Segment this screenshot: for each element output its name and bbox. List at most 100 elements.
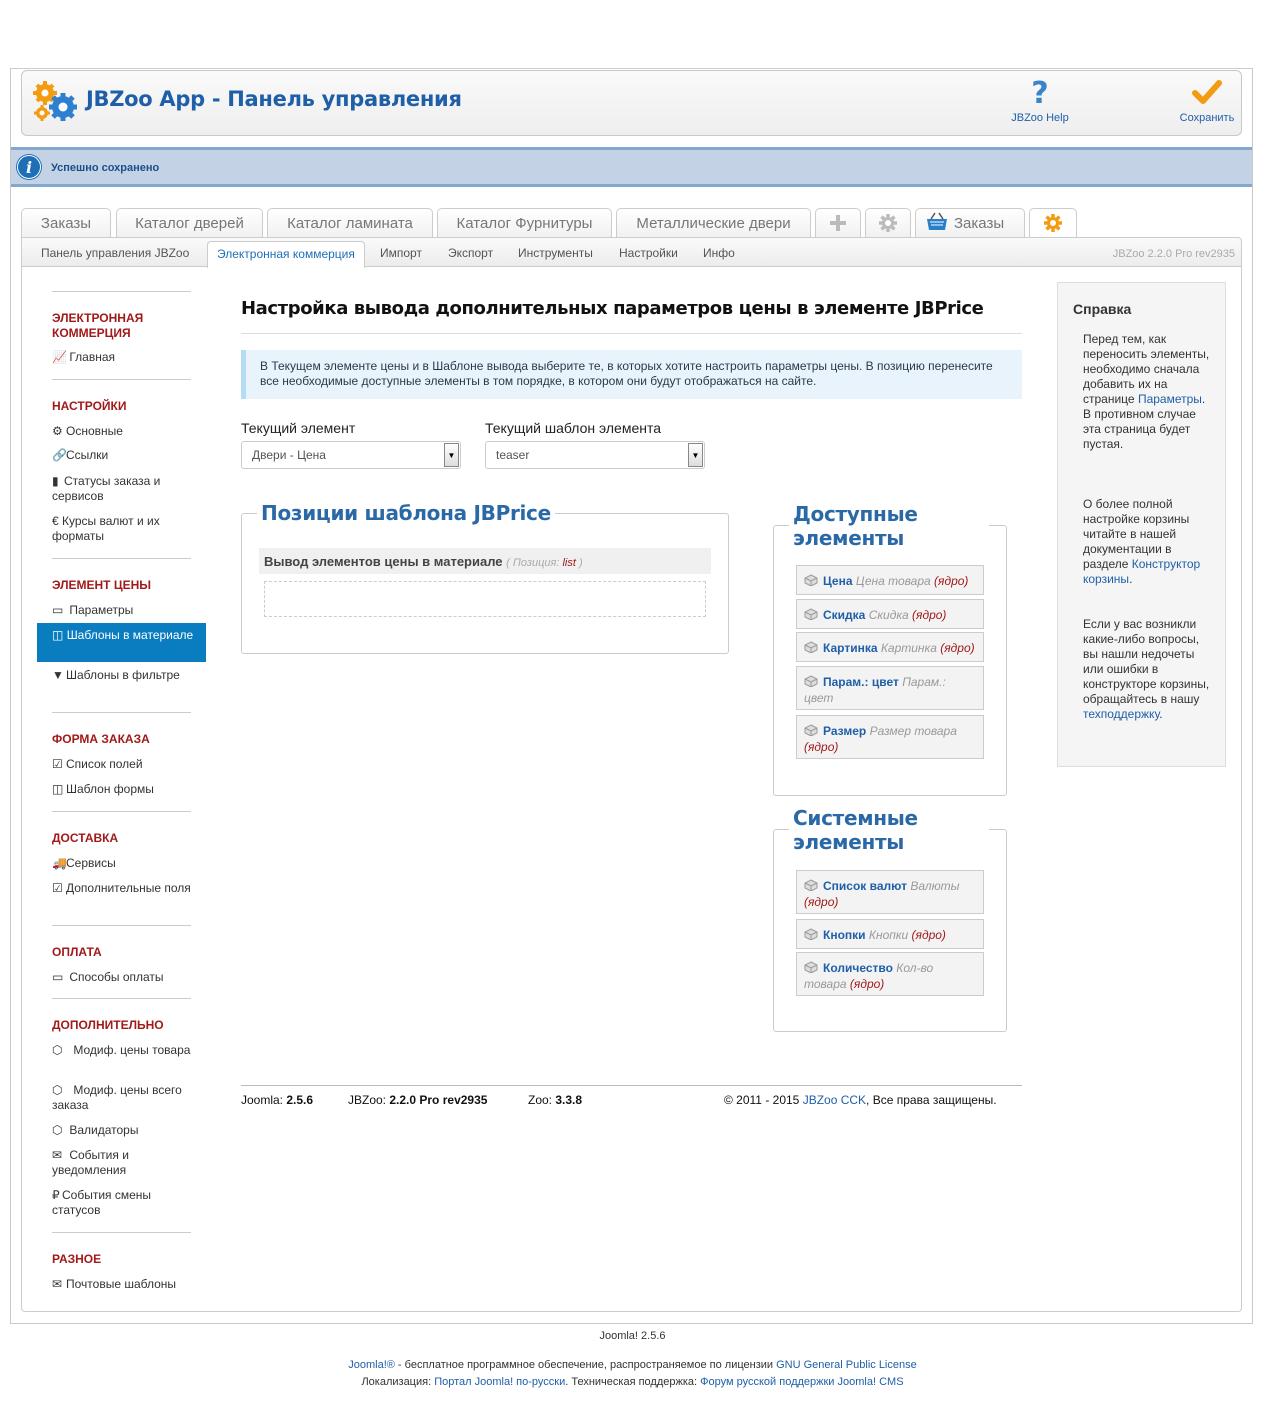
sidebar-divider bbox=[52, 558, 191, 559]
sidebar-item-filter-templates[interactable]: ▼ Шаблоны в фильтре bbox=[52, 668, 192, 683]
envelope-icon: ✉ bbox=[52, 1277, 63, 1291]
svg-text:?: ? bbox=[1031, 77, 1048, 107]
help-paragraph-3: Если у вас возникли какие-либо вопросы, … bbox=[1083, 617, 1210, 721]
subnav-info[interactable]: Инфо bbox=[703, 238, 735, 266]
position-dropzone[interactable] bbox=[264, 581, 706, 617]
help-link-parameters[interactable]: Параметры bbox=[1138, 392, 1202, 406]
chevron-down-icon: ▼ bbox=[688, 443, 703, 467]
footer-joomla-version: Joomla: 2.5.6 bbox=[241, 1093, 314, 1107]
current-template-select[interactable]: teaser ▼ bbox=[485, 441, 705, 469]
tab-doors-catalog[interactable]: Каталог дверей bbox=[116, 208, 263, 237]
sidebar-divider bbox=[52, 811, 191, 812]
sidebar-item-currency-rates[interactable]: € Курсы валют и их форматы bbox=[52, 514, 192, 544]
element-currency-list[interactable]: Список валют Валюты (ядро) bbox=[796, 870, 984, 914]
system-title: Системные элементы bbox=[789, 806, 989, 854]
sidebar-item-extra-fields[interactable]: ☑ Дополнительные поля bbox=[52, 881, 192, 896]
sidebar-item-home[interactable]: 📈 Главная bbox=[52, 350, 192, 365]
tab-laminate-catalog[interactable]: Каталог ламината bbox=[267, 208, 433, 237]
subnav-export[interactable]: Экспорт bbox=[448, 238, 493, 266]
footer-divider bbox=[241, 1085, 1022, 1086]
current-element-label: Текущий элемент bbox=[241, 420, 356, 436]
cube-icon bbox=[804, 641, 818, 653]
cubes-icon: ⬡ bbox=[52, 1083, 63, 1097]
sidebar-item-order-statuses[interactable]: ▮ Статусы заказа и сервисов bbox=[52, 474, 192, 504]
element-discount[interactable]: Скидка Скидка (ядро) bbox=[796, 599, 984, 629]
element-image[interactable]: Картинка Картинка (ядро) bbox=[796, 632, 984, 662]
subnav-ecommerce[interactable]: Электронная коммерция bbox=[207, 241, 365, 268]
subnav-jbzoo-panel[interactable]: Панель управления JBZoo bbox=[41, 238, 189, 266]
sidebar-section-order-form: ФОРМА ЗАКАЗА bbox=[52, 732, 150, 746]
sidebar-item-mail-templates[interactable]: ✉ Почтовые шаблоны bbox=[52, 1277, 192, 1292]
system-message: i Успешно сохранено bbox=[11, 147, 1252, 187]
sidebar-item-parameters[interactable]: ▭ Параметры bbox=[52, 603, 192, 618]
sidebar-item-label: Способы оплаты bbox=[69, 970, 164, 984]
sidebar-item-label: Основные bbox=[66, 424, 123, 438]
gpl-link[interactable]: GNU General Public License bbox=[776, 1359, 917, 1371]
columns-icon: ◫ bbox=[52, 628, 64, 642]
sidebar-divider bbox=[52, 998, 191, 999]
element-param-color[interactable]: Парам.: цвет Парам.: цвет bbox=[796, 666, 984, 710]
element-buttons[interactable]: Кнопки Кнопки (ядро) bbox=[796, 919, 984, 949]
tab-orders[interactable]: Заказы bbox=[21, 208, 111, 237]
cube-icon bbox=[804, 928, 818, 940]
help-link-support[interactable]: техподдержку bbox=[1083, 707, 1159, 721]
sidebar-item-label: Шаблон формы bbox=[66, 782, 154, 796]
help-paragraph-1: Перед тем, как переносить элементы, необ… bbox=[1083, 332, 1210, 451]
tab-fittings-catalog[interactable]: Каталог Фурнитуры bbox=[437, 208, 612, 237]
sidebar-item-payment-methods[interactable]: ▭ Способы оплаты bbox=[52, 970, 192, 985]
element-size[interactable]: Размер Размер товара (ядро) bbox=[796, 715, 984, 759]
jbzoo-gear-icon bbox=[1044, 214, 1062, 232]
sidebar-item-services[interactable]: 🚚Сервисы bbox=[52, 856, 192, 871]
sidebar-item-label: Шаблоны в фильтре bbox=[66, 668, 180, 682]
sidebar-item-links[interactable]: 🔗Ссылки bbox=[52, 448, 192, 463]
help-button[interactable]: ? JBZoo Help bbox=[1010, 76, 1070, 124]
footer-jbzoo-link[interactable]: JBZoo CCK bbox=[803, 1093, 866, 1107]
sidebar-item-form-template[interactable]: ◫ Шаблон формы bbox=[52, 782, 192, 797]
tab-orders-basket-label: Заказы bbox=[954, 215, 1005, 232]
joomla-link[interactable]: Joomla!® bbox=[348, 1359, 395, 1371]
title-divider bbox=[241, 333, 1022, 334]
element-quantity[interactable]: Количество Кол-во товара (ядро) bbox=[796, 952, 984, 996]
sidebar-divider bbox=[52, 712, 191, 713]
current-element-select[interactable]: Двери - Цена ▼ bbox=[241, 441, 461, 469]
sidebar-item-item-templates[interactable]: ◫ Шаблоны в материале bbox=[37, 623, 206, 662]
sidebar-divider bbox=[52, 925, 191, 926]
sidebar-item-status-events[interactable]: ₽ События смены статусов bbox=[52, 1188, 192, 1218]
current-element-value: Двери - Цена bbox=[252, 448, 326, 462]
subnav-import[interactable]: Импорт bbox=[380, 238, 422, 266]
chevron-down-icon: ▼ bbox=[444, 443, 459, 467]
sidebar-item-validators[interactable]: ⬡ Валидаторы bbox=[52, 1123, 192, 1138]
message-text: Успешно сохранено bbox=[51, 162, 160, 174]
footer-jbzoo-version: JBZoo: 2.2.0 Pro rev2935 bbox=[348, 1093, 488, 1107]
sidebar-item-order-modifiers[interactable]: ⬡ Модиф. цены всего заказа bbox=[52, 1083, 192, 1113]
sidebar-section-additional: ДОПОЛНИТЕЛЬНО bbox=[52, 1018, 164, 1032]
filter-icon: ▼ bbox=[52, 668, 64, 682]
sidebar-item-label: Список полей bbox=[66, 757, 143, 771]
page-title: Настройка вывода дополнительных параметр… bbox=[241, 298, 984, 319]
position-hint: ( Позиция: list ) bbox=[506, 557, 583, 569]
tab-orders-basket[interactable]: Заказы bbox=[915, 208, 1025, 237]
sidebar-item-general[interactable]: ⚙ Основные bbox=[52, 424, 192, 439]
bookmark-icon: ▮ bbox=[52, 474, 59, 488]
sidebar-item-price-modifiers[interactable]: ⬡ Модиф. цены товара bbox=[52, 1043, 192, 1058]
credit-card-icon: ▭ bbox=[52, 970, 64, 984]
help-panel: Справка Перед тем, как переносить элемен… bbox=[1057, 282, 1226, 767]
element-price[interactable]: Цена Цена товара (ядро) bbox=[796, 565, 984, 595]
info-icon: i bbox=[17, 155, 41, 179]
save-button[interactable]: Сохранить bbox=[1177, 77, 1237, 124]
joomla-ru-link[interactable]: Портал Joomla! по-русски bbox=[434, 1376, 565, 1388]
tab-jbzoo[interactable] bbox=[1029, 208, 1077, 238]
app-title: JBZoo App - Панель управления bbox=[86, 87, 462, 111]
sidebar-item-events[interactable]: ✉ События и уведомления bbox=[52, 1148, 192, 1178]
basket-icon bbox=[927, 212, 947, 230]
sidebar-item-field-list[interactable]: ☑ Список полей bbox=[52, 757, 192, 772]
sidebar-item-label: Дополнительные поля bbox=[66, 881, 191, 895]
subnav-settings[interactable]: Настройки bbox=[619, 238, 678, 266]
tab-add[interactable] bbox=[815, 208, 861, 237]
cubes-icon: ⬡ bbox=[52, 1043, 63, 1057]
forum-link[interactable]: Форум русской поддержки Joomla! CMS bbox=[700, 1376, 903, 1388]
subnav-tools[interactable]: Инструменты bbox=[518, 238, 593, 266]
tab-settings[interactable] bbox=[865, 208, 911, 237]
tab-metal-doors[interactable]: Металлические двери bbox=[616, 208, 811, 237]
sidebar-divider bbox=[52, 291, 191, 292]
